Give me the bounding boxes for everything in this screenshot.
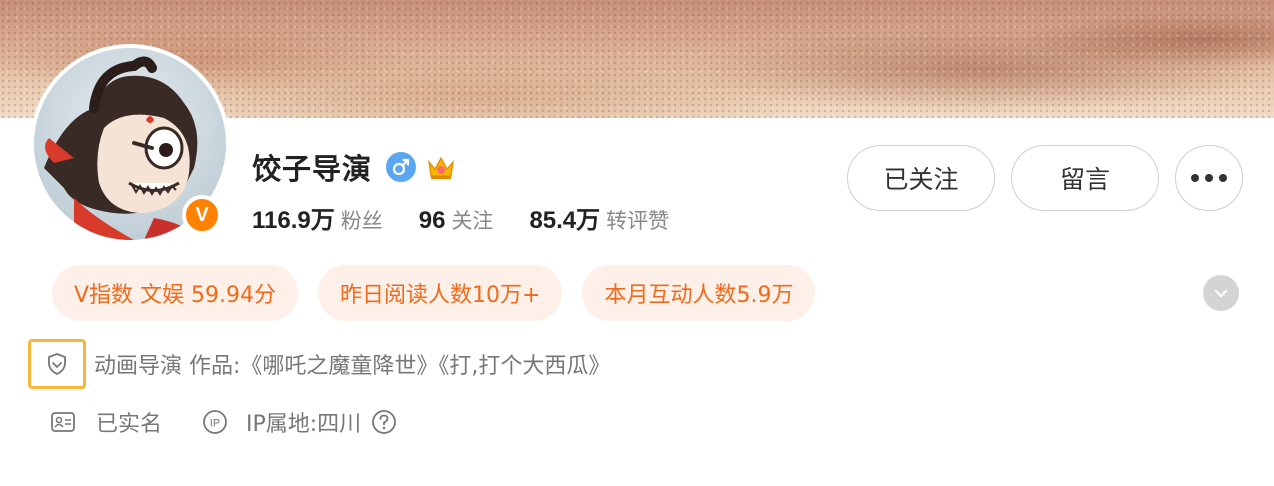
- stat-value: 85.4万: [529, 207, 601, 234]
- shield-icon: [48, 353, 66, 376]
- tag-list: V指数 文娱 59.94分 昨日阅读人数10万+ 本月互动人数5.9万: [52, 265, 816, 321]
- stat-value: 116.9万: [252, 207, 335, 234]
- id-card-icon: [50, 411, 76, 433]
- stat-label: 转评赞: [606, 209, 670, 233]
- bio-row: 动画导演 作品:《哪吒之魔童降世》《打,打个大西瓜》: [28, 339, 610, 389]
- tag-v-index[interactable]: V指数 文娱 59.94分: [52, 265, 299, 321]
- tag-daily-readers[interactable]: 昨日阅读人数10万+: [318, 265, 563, 321]
- message-button[interactable]: 留言: [1011, 145, 1159, 211]
- stat-label: 粉丝: [340, 209, 383, 233]
- shield-icon-highlight[interactable]: [28, 339, 86, 389]
- stat-followers[interactable]: 116.9万 粉丝: [252, 200, 383, 235]
- stat-value: 96: [418, 207, 446, 234]
- more-button[interactable]: [1175, 145, 1243, 211]
- male-icon: [386, 152, 417, 182]
- help-icon[interactable]: [371, 409, 397, 435]
- crown-icon[interactable]: [426, 152, 456, 182]
- ip-location: IP属地:四川: [246, 412, 362, 437]
- profile-stats: 116.9万 粉丝 96 关注 85.4万 转评赞: [252, 200, 669, 235]
- profile-name: 饺子导演: [252, 152, 373, 186]
- chevron-down-icon: [1214, 289, 1228, 298]
- details-row: 已实名 IP IP属地:四川: [50, 406, 397, 438]
- real-name-status: 已实名: [96, 412, 163, 437]
- bio-text: 动画导演 作品:《哪吒之魔童降世》《打,打个大西瓜》: [94, 354, 611, 379]
- svg-text:IP: IP: [210, 418, 220, 430]
- ip-icon: IP: [202, 409, 228, 435]
- stat-interactions[interactable]: 85.4万 转评赞: [529, 200, 669, 235]
- stat-following[interactable]: 96 关注: [419, 205, 494, 235]
- profile-header: 饺子导演: [252, 146, 456, 188]
- verified-badge: V: [182, 195, 222, 235]
- expand-button[interactable]: [1203, 275, 1239, 311]
- tag-monthly-interactions[interactable]: 本月互动人数5.9万: [582, 265, 816, 321]
- more-icon: [1191, 174, 1227, 182]
- followed-button[interactable]: 已关注: [847, 145, 995, 211]
- stat-label: 关注: [451, 209, 494, 233]
